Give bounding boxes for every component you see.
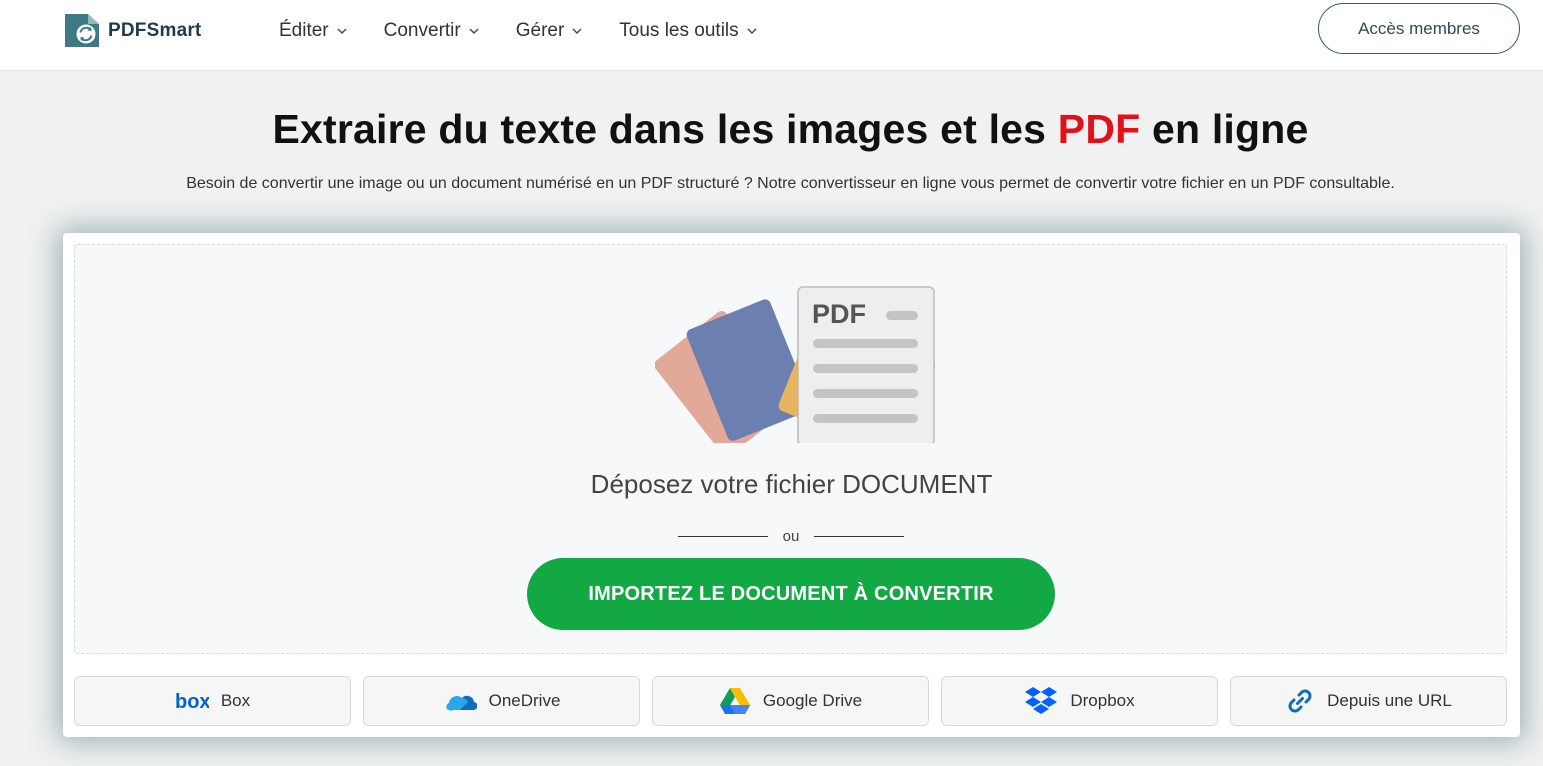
nav-convertir[interactable]: Convertir <box>384 20 480 42</box>
drop-instruction: Déposez votre fichier DOCUMENT <box>590 469 993 499</box>
source-dropbox-button[interactable]: Dropbox <box>941 676 1218 726</box>
page-subtitle: Besoin de convertir une image ou un docu… <box>186 175 1395 192</box>
nav-gerer[interactable]: Gérer <box>516 20 584 42</box>
document-stack-icon: PDF <box>655 286 935 443</box>
nav-tous-les-outils[interactable]: Tous les outils <box>619 20 757 42</box>
page-title: Extraire du texte dans les images et les… <box>0 106 1543 153</box>
logo-text: PDFSmart <box>108 19 202 41</box>
source-onedrive-button[interactable]: OneDrive <box>363 676 640 726</box>
nav-editer[interactable]: Éditer <box>279 20 348 42</box>
or-label: ou <box>782 527 800 545</box>
title-part-1: Extraire du texte dans les images et les <box>272 106 1058 152</box>
source-box-button[interactable]: box Box <box>74 676 351 726</box>
import-document-button[interactable]: IMPORTEZ LE DOCUMENT À CONVERTIR <box>527 558 1055 630</box>
divider-line <box>678 535 768 537</box>
nav-label: Convertir <box>383 20 461 41</box>
main-nav: Éditer Convertir Gérer Tous les outils <box>279 20 794 42</box>
link-icon <box>1288 689 1312 713</box>
logo[interactable]: PDFSmart <box>62 12 201 49</box>
dropbox-icon <box>1025 687 1058 714</box>
nav-label: Gérer <box>515 20 565 41</box>
site-header: PDFSmart Éditer Convertir Gérer Tous les… <box>0 0 1543 71</box>
svg-text:box: box <box>175 691 209 711</box>
box-icon: box <box>175 691 209 711</box>
cloud-sources: box Box OneDrive Google Drive Dropbox De… <box>74 676 1507 726</box>
drop-zone[interactable]: PDF Déposez votre fichier DOCUMENT ou IM… <box>74 244 1507 654</box>
source-url-button[interactable]: Depuis une URL <box>1230 676 1507 726</box>
or-divider: ou <box>678 526 904 546</box>
source-label: Depuis une URL <box>1327 691 1452 710</box>
chevron-down-icon <box>337 28 347 34</box>
document-label: PDF <box>812 299 866 329</box>
chevron-down-icon <box>469 28 479 34</box>
source-label: Box <box>220 691 251 710</box>
chevron-down-icon <box>747 28 757 34</box>
divider-line <box>814 535 904 537</box>
source-label: OneDrive <box>488 691 561 710</box>
nav-label: Tous les outils <box>619 20 739 41</box>
upload-card: PDF Déposez votre fichier DOCUMENT ou IM… <box>63 233 1520 737</box>
member-access-button[interactable]: Accès membres <box>1318 3 1520 54</box>
source-label: Dropbox <box>1070 691 1135 710</box>
title-part-2: en ligne <box>1140 106 1309 152</box>
chevron-down-icon <box>572 28 582 34</box>
onedrive-icon <box>445 695 477 711</box>
google-drive-icon <box>719 688 750 714</box>
logo-icon <box>62 12 102 49</box>
nav-label: Éditer <box>279 20 329 41</box>
title-accent: PDF <box>1057 106 1141 152</box>
source-label: Google Drive <box>762 691 863 710</box>
source-google-drive-button[interactable]: Google Drive <box>652 676 929 726</box>
